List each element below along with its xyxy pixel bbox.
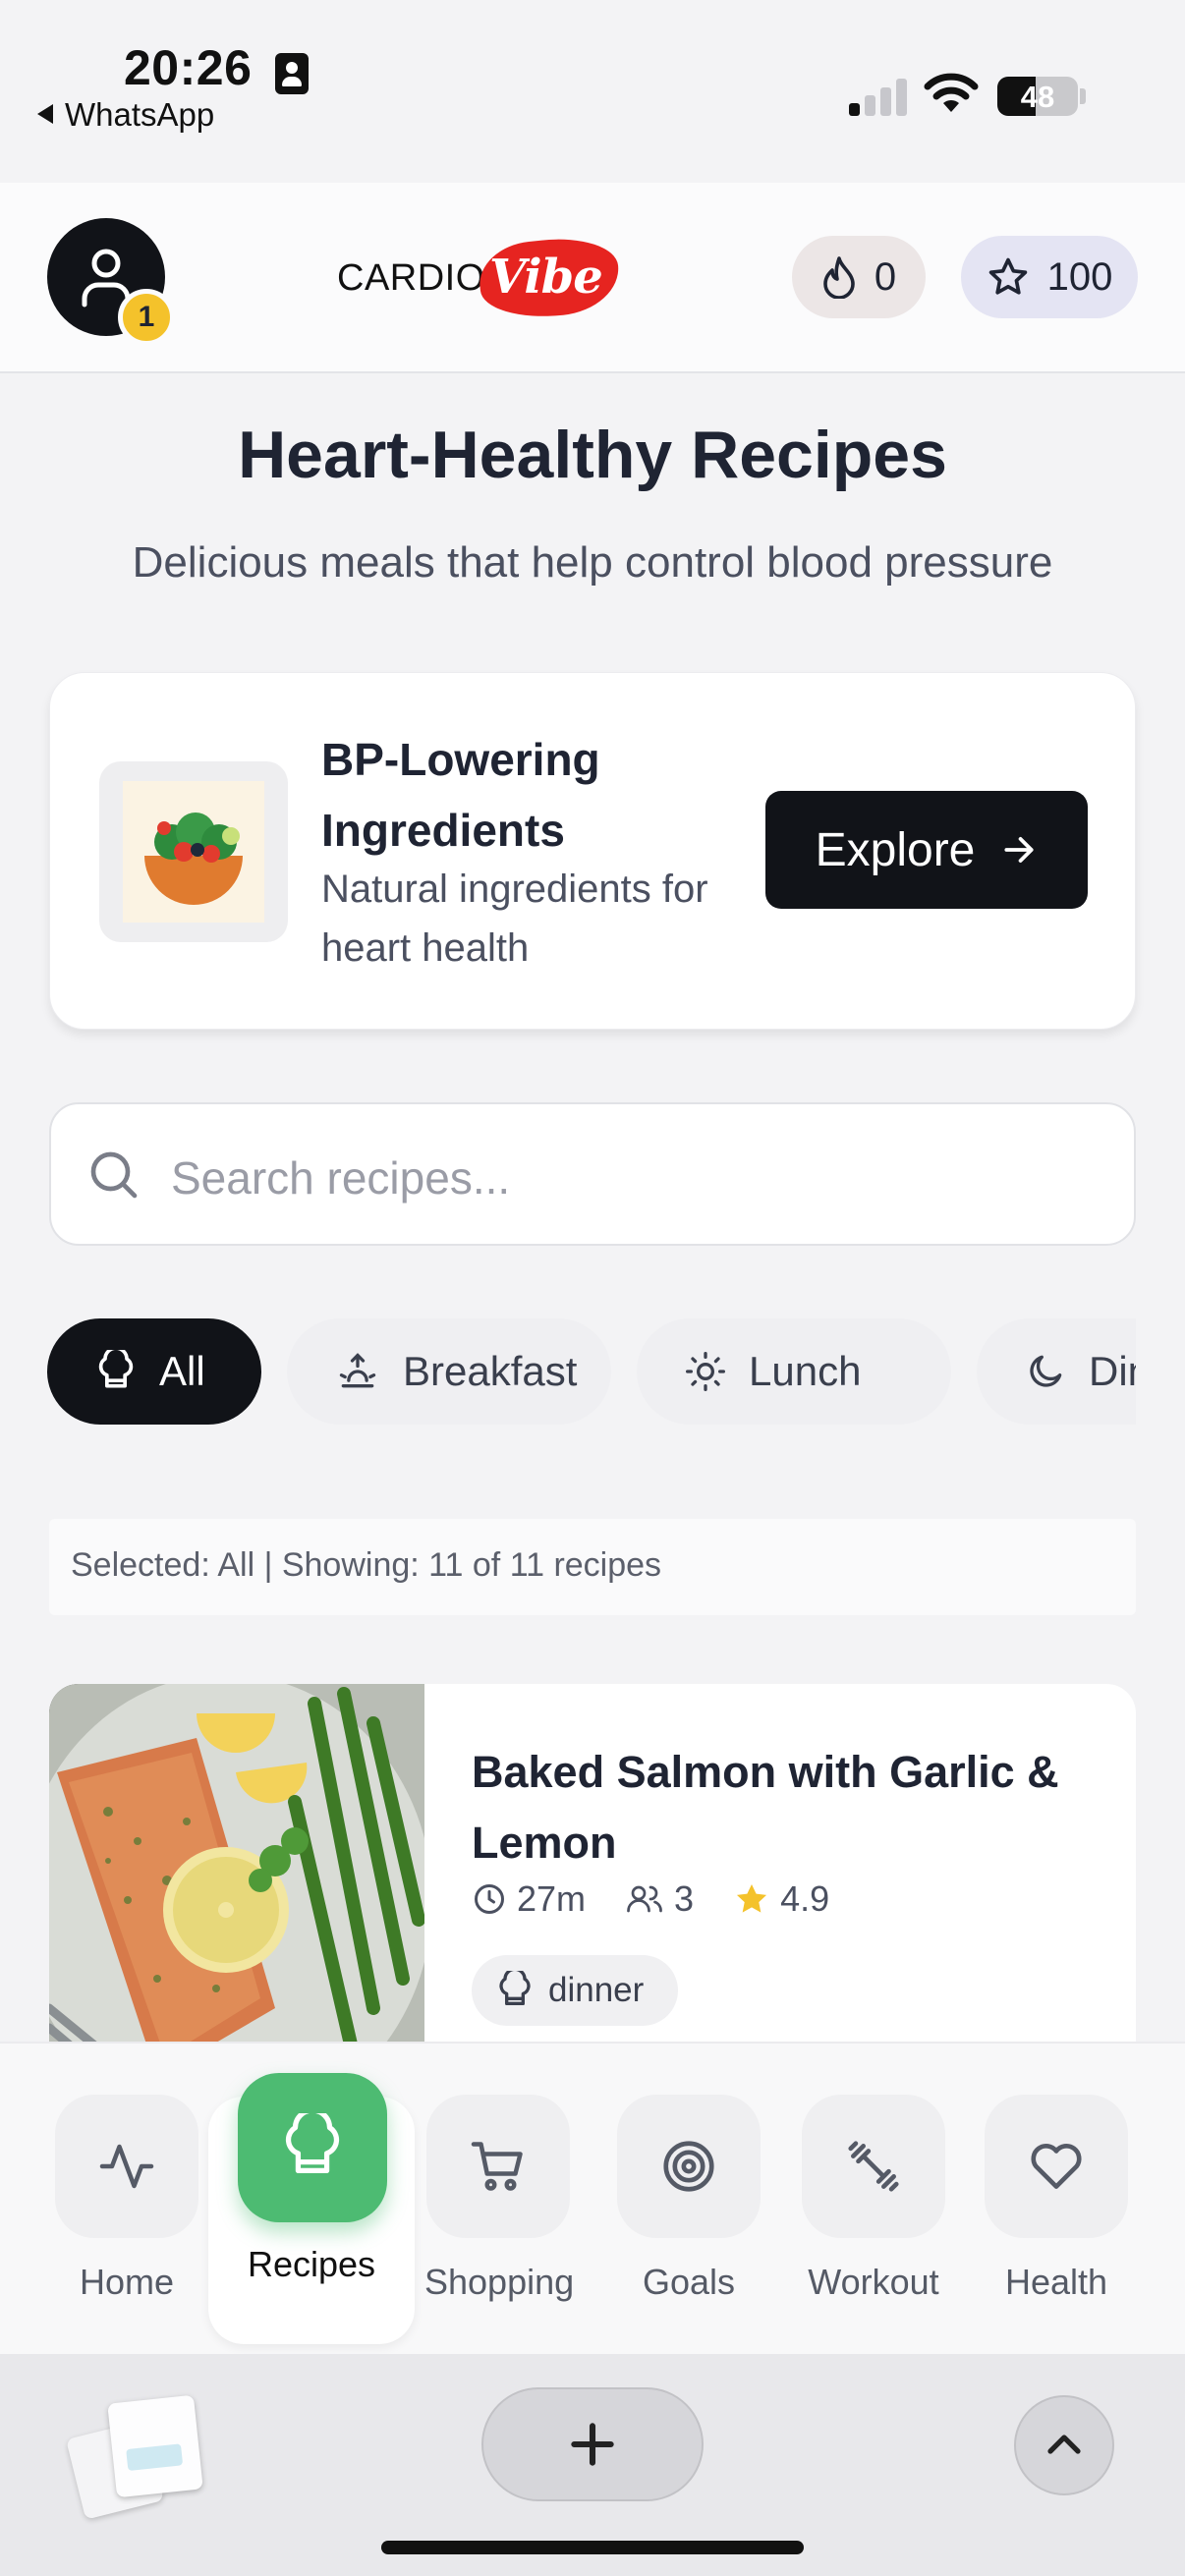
recipe-rating: 4.9 [733, 1878, 829, 1920]
star-filled-icon [737, 1883, 767, 1913]
recipe-meal-tag: dinner [472, 1955, 678, 2026]
filter-chip-label: Lunch [749, 1348, 862, 1394]
status-bar: 20:26 WhatsApp 48 [0, 0, 1185, 183]
filter-chip-label: Breakfast [403, 1348, 578, 1394]
nav-label: Health [1004, 2262, 1108, 2302]
filter-chip-dinner[interactable]: Dinner [977, 1318, 1136, 1425]
users-icon [627, 1885, 662, 1913]
recipe-time-value: 27m [517, 1878, 587, 1919]
nav-health[interactable]: Health [983, 2095, 1130, 2303]
nav-label: Shopping [424, 2262, 575, 2302]
recipe-tag-label: dinner [548, 1971, 645, 2009]
chef-hat-icon [98, 1350, 134, 1388]
recipe-servings: 3 [625, 1878, 694, 1920]
flame-icon [823, 256, 855, 299]
notification-badge: 1 [118, 289, 175, 346]
filter-summary-bar: Selected: All | Showing: 11 of 11 recipe… [49, 1519, 1136, 1615]
bp-ingredients-card: BP-Lowering Ingredients Natural ingredie… [49, 672, 1136, 1030]
nav-label: Goals [642, 2262, 736, 2302]
back-triangle-icon [37, 104, 53, 124]
nav-label: Recipes [247, 2244, 376, 2284]
explore-button[interactable]: Explore [765, 791, 1088, 909]
sunrise-icon [339, 1353, 376, 1388]
cellular-signal-icon [849, 77, 908, 116]
filter-chip-breakfast[interactable]: Breakfast [287, 1318, 611, 1425]
search-icon [90, 1151, 138, 1199]
heart-icon [985, 2095, 1128, 2238]
filter-summary-text: Selected: All | Showing: 11 of 11 recipe… [71, 1546, 662, 1584]
streak-count: 0 [874, 254, 897, 299]
wifi-icon [924, 73, 979, 112]
stars-count: 100 [1046, 254, 1113, 299]
explore-label: Explore [815, 823, 976, 876]
home-indicator [381, 2541, 804, 2554]
page-title: Heart-Healthy Recipes [238, 418, 947, 492]
status-time: 20:26 [124, 40, 253, 95]
nav-label: Home [79, 2262, 175, 2302]
recipe-meta: 27m 3 4.9 [472, 1878, 869, 1920]
sun-icon [686, 1352, 725, 1391]
nav-goals[interactable]: Goals [615, 2095, 762, 2303]
app-logo: CARDIO Vibe [334, 230, 629, 328]
recipe-title: Baked Salmon with Garlic & Lemon [472, 1747, 1059, 1868]
scroll-up-button[interactable] [1014, 2395, 1114, 2495]
nav-workout[interactable]: Workout [800, 2095, 947, 2303]
streak-pill[interactable]: 0 [792, 236, 926, 318]
recipe-rating-value: 4.9 [780, 1878, 830, 1919]
battery-level: 48 [1020, 80, 1055, 114]
chef-hat-icon [499, 1971, 531, 2005]
contact-card-icon [275, 53, 309, 94]
dumbbell-icon [802, 2095, 945, 2238]
bottom-navigation: Home Recipes Shopping Goals Workout Heal… [0, 2042, 1185, 2354]
nav-recipes[interactable]: Recipes [238, 2073, 387, 2285]
plus-icon [571, 2423, 614, 2466]
category-filter-row: All Breakfast Lunch Dinner [47, 1318, 1136, 1427]
recipe-time: 27m [472, 1878, 586, 1920]
recipe-search-input[interactable]: Search recipes... [49, 1102, 1136, 1246]
activity-icon [55, 2095, 198, 2238]
nav-home[interactable]: Home [53, 2095, 200, 2303]
tab-switcher-button[interactable] [66, 2389, 206, 2520]
chevron-up-icon [1047, 2435, 1081, 2454]
filter-chip-label: All [159, 1348, 205, 1394]
new-tab-button[interactable] [481, 2387, 704, 2501]
logo-vibe-text: Vibe [489, 250, 603, 305]
chef-hat-icon [238, 2073, 387, 2222]
filter-chip-lunch[interactable]: Lunch [637, 1318, 951, 1425]
arrow-right-icon [1004, 837, 1034, 863]
filter-chip-all[interactable]: All [47, 1318, 261, 1425]
star-icon [988, 257, 1027, 295]
cart-icon [426, 2095, 570, 2238]
logo-cardio-text: CARDIO [337, 257, 485, 299]
recipe-card[interactable]: Baked Salmon with Garlic & Lemon 27m 3 4… [49, 1684, 1136, 2097]
filter-chip-label: Dinner [1089, 1348, 1136, 1394]
nav-shopping[interactable]: Shopping [424, 2095, 575, 2303]
stars-pill[interactable]: 100 [961, 236, 1138, 318]
target-icon [617, 2095, 761, 2238]
app-header: 1 CARDIO Vibe 0 100 [0, 183, 1185, 373]
promo-title: BP-Lowering Ingredients [321, 734, 600, 856]
recipe-servings-value: 3 [674, 1878, 695, 1919]
promo-description: Natural ingredients for heart health [321, 868, 708, 970]
back-to-app-link[interactable]: WhatsApp [37, 96, 214, 134]
battery-tip [1080, 88, 1086, 104]
recipe-photo-salmon [49, 1684, 424, 2097]
page-subtitle: Delicious meals that help control blood … [132, 538, 1053, 587]
salad-bowl-image [99, 761, 288, 942]
battery-icon: 48 [997, 77, 1078, 116]
search-placeholder: Search recipes... [171, 1152, 511, 1204]
moon-icon [1030, 1355, 1062, 1387]
back-app-label: WhatsApp [65, 96, 215, 133]
nav-label: Workout [808, 2262, 939, 2302]
clock-icon [475, 1884, 504, 1914]
